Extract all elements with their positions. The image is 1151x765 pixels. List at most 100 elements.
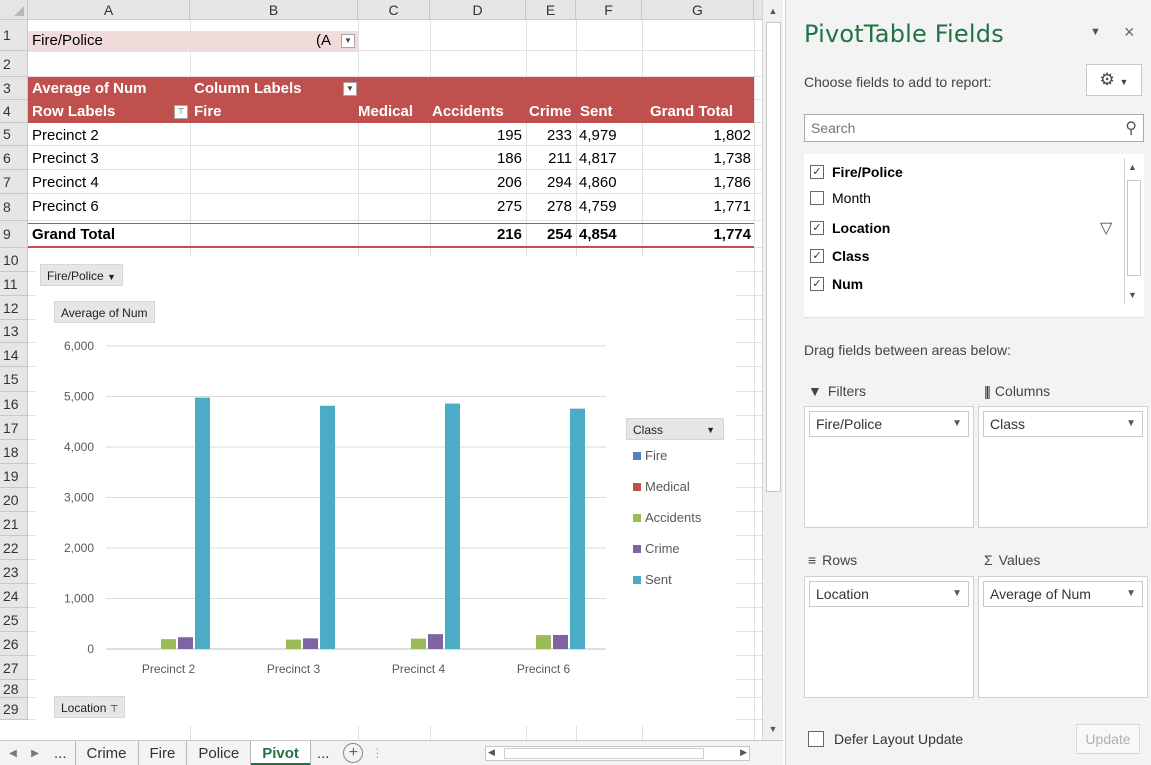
- row-header[interactable]: 19: [0, 464, 28, 488]
- chevron-down-icon[interactable]: ▼: [1126, 412, 1136, 436]
- field-item-month[interactable]: Month: [810, 190, 871, 206]
- values-area[interactable]: Average of Num ▼: [978, 576, 1148, 698]
- row-header[interactable]: 2: [0, 51, 28, 77]
- rows-area-item[interactable]: Location ▼: [809, 581, 969, 607]
- scroll-right-icon[interactable]: ▶: [740, 747, 747, 758]
- tab-pivot[interactable]: Pivot: [251, 740, 311, 765]
- filters-area[interactable]: Fire/Police ▼: [804, 406, 974, 528]
- close-icon[interactable]: ×: [1124, 22, 1135, 43]
- row-header[interactable]: 26: [0, 632, 28, 656]
- column-header-b[interactable]: B: [190, 0, 358, 20]
- horizontal-scrollbar[interactable]: ◀ ▶: [485, 746, 750, 761]
- row-header[interactable]: 17: [0, 416, 28, 440]
- select-all-corner[interactable]: [0, 0, 28, 20]
- column-header-e[interactable]: E: [526, 0, 576, 20]
- scroll-left-icon[interactable]: ◀: [488, 747, 495, 758]
- scroll-up-icon[interactable]: ▲: [766, 4, 780, 18]
- row-header[interactable]: 7: [0, 170, 28, 194]
- add-sheet-icon[interactable]: +: [343, 743, 364, 763]
- row-header[interactable]: 15: [0, 367, 28, 392]
- field-item-location[interactable]: ✓ Location: [810, 220, 890, 236]
- tab-crime[interactable]: Crime: [76, 740, 139, 765]
- row-header[interactable]: 8: [0, 194, 28, 221]
- row-header[interactable]: 9: [0, 221, 28, 248]
- search-icon[interactable]: ⚲: [1125, 118, 1137, 138]
- field-list-scrollbar[interactable]: ▲ ▼: [1124, 158, 1142, 304]
- field-list[interactable]: ✓ Fire/Police Month ✓ Location ▽ ✓ Class…: [804, 154, 1144, 318]
- column-header-c[interactable]: C: [358, 0, 430, 20]
- report-filter-dropdown-icon[interactable]: ▼: [341, 34, 355, 48]
- row-header[interactable]: 18: [0, 440, 28, 464]
- columns-area[interactable]: Class ▼: [978, 406, 1148, 528]
- checkbox-checked-icon[interactable]: ✓: [810, 165, 824, 179]
- row-header[interactable]: 12: [0, 296, 28, 320]
- field-list-scroll-thumb[interactable]: [1127, 180, 1141, 276]
- field-filter-icon[interactable]: ▽: [1100, 218, 1112, 238]
- column-header-a[interactable]: A: [28, 0, 190, 20]
- row-header[interactable]: 27: [0, 656, 28, 680]
- search-input[interactable]: [805, 115, 1105, 141]
- row-header[interactable]: 1: [0, 20, 28, 51]
- tab-more-left[interactable]: ...: [46, 740, 76, 765]
- tab-scroll-left-icon[interactable]: ◀: [2, 748, 24, 759]
- row-header[interactable]: 6: [0, 146, 28, 170]
- scroll-up-icon[interactable]: ▲: [1128, 162, 1137, 172]
- row-header[interactable]: 16: [0, 392, 28, 416]
- row-header[interactable]: 13: [0, 320, 28, 343]
- pivot-chart[interactable]: Fire/Police ▼ Average of Num 0 1,000 2,000…: [36, 256, 736, 726]
- filters-area-item[interactable]: Fire/Police ▼: [809, 411, 969, 437]
- legend-class-button[interactable]: Class ▼: [626, 418, 724, 440]
- row-header[interactable]: 3: [0, 77, 28, 100]
- column-labels-dropdown-icon[interactable]: ▼: [343, 82, 357, 96]
- row-header[interactable]: 11: [0, 272, 28, 296]
- row-header[interactable]: 21: [0, 512, 28, 536]
- worksheet[interactable]: A B C D E F G 1 2 3 4 5 6 7 8 9 10 11 12 13 14 15 16 17 1…: [0, 0, 762, 740]
- vertical-scroll-thumb[interactable]: [766, 22, 781, 492]
- row-header[interactable]: 10: [0, 248, 28, 272]
- tab-splitter-icon[interactable]: ⋮: [371, 746, 383, 760]
- values-area-item[interactable]: Average of Num ▼: [983, 581, 1143, 607]
- field-item-fire-police[interactable]: ✓ Fire/Police: [810, 164, 903, 180]
- checkbox-checked-icon[interactable]: ✓: [810, 221, 824, 235]
- tools-gear-button[interactable]: ⚙ ▼: [1086, 64, 1142, 96]
- row-header[interactable]: 25: [0, 608, 28, 632]
- checkbox-unchecked-icon[interactable]: [810, 191, 824, 205]
- field-search-box[interactable]: ⚲: [804, 114, 1144, 142]
- tab-more-right[interactable]: ...: [311, 741, 336, 765]
- update-button[interactable]: Update: [1076, 724, 1140, 754]
- defer-layout-update[interactable]: Defer Layout Update: [808, 731, 963, 747]
- row-header[interactable]: 28: [0, 680, 28, 698]
- rows-area[interactable]: Location ▼: [804, 576, 974, 698]
- field-item-class[interactable]: ✓ Class: [810, 248, 869, 264]
- row-header[interactable]: 23: [0, 560, 28, 584]
- row-header[interactable]: 24: [0, 584, 28, 608]
- tab-fire[interactable]: Fire: [139, 740, 188, 765]
- row-header[interactable]: 14: [0, 343, 28, 367]
- row-header[interactable]: 4: [0, 100, 28, 123]
- defer-checkbox[interactable]: [808, 731, 824, 747]
- vertical-scrollbar[interactable]: ▲ ▼: [762, 0, 783, 740]
- tab-police[interactable]: Police: [187, 740, 252, 765]
- pane-options-dropdown-icon[interactable]: ▼: [1090, 26, 1101, 38]
- checkbox-checked-icon[interactable]: ✓: [810, 249, 824, 263]
- chevron-down-icon[interactable]: ▼: [1126, 582, 1136, 606]
- field-item-num[interactable]: ✓ Num: [810, 276, 863, 292]
- scroll-down-icon[interactable]: ▼: [766, 722, 780, 736]
- scroll-down-icon[interactable]: ▼: [1128, 290, 1137, 300]
- horizontal-scroll-thumb[interactable]: [504, 748, 704, 759]
- row-header[interactable]: 29: [0, 698, 28, 720]
- chevron-down-icon[interactable]: ▼: [952, 412, 962, 436]
- column-header-f[interactable]: F: [576, 0, 642, 20]
- tab-scroll-right-icon[interactable]: ▶: [24, 748, 46, 759]
- columns-area-item[interactable]: Class ▼: [983, 411, 1143, 437]
- chart-axis-button[interactable]: Location ⊤: [54, 696, 126, 718]
- column-header-h[interactable]: [754, 0, 762, 20]
- column-header-d[interactable]: D: [430, 0, 526, 20]
- row-header[interactable]: 5: [0, 123, 28, 146]
- checkbox-checked-icon[interactable]: ✓: [810, 277, 824, 291]
- chevron-down-icon[interactable]: ▼: [952, 582, 962, 606]
- row-labels-filter-icon[interactable]: ⊤: [174, 105, 188, 119]
- row-header[interactable]: 20: [0, 488, 28, 512]
- column-header-g[interactable]: G: [642, 0, 754, 20]
- row-header[interactable]: 22: [0, 536, 28, 560]
